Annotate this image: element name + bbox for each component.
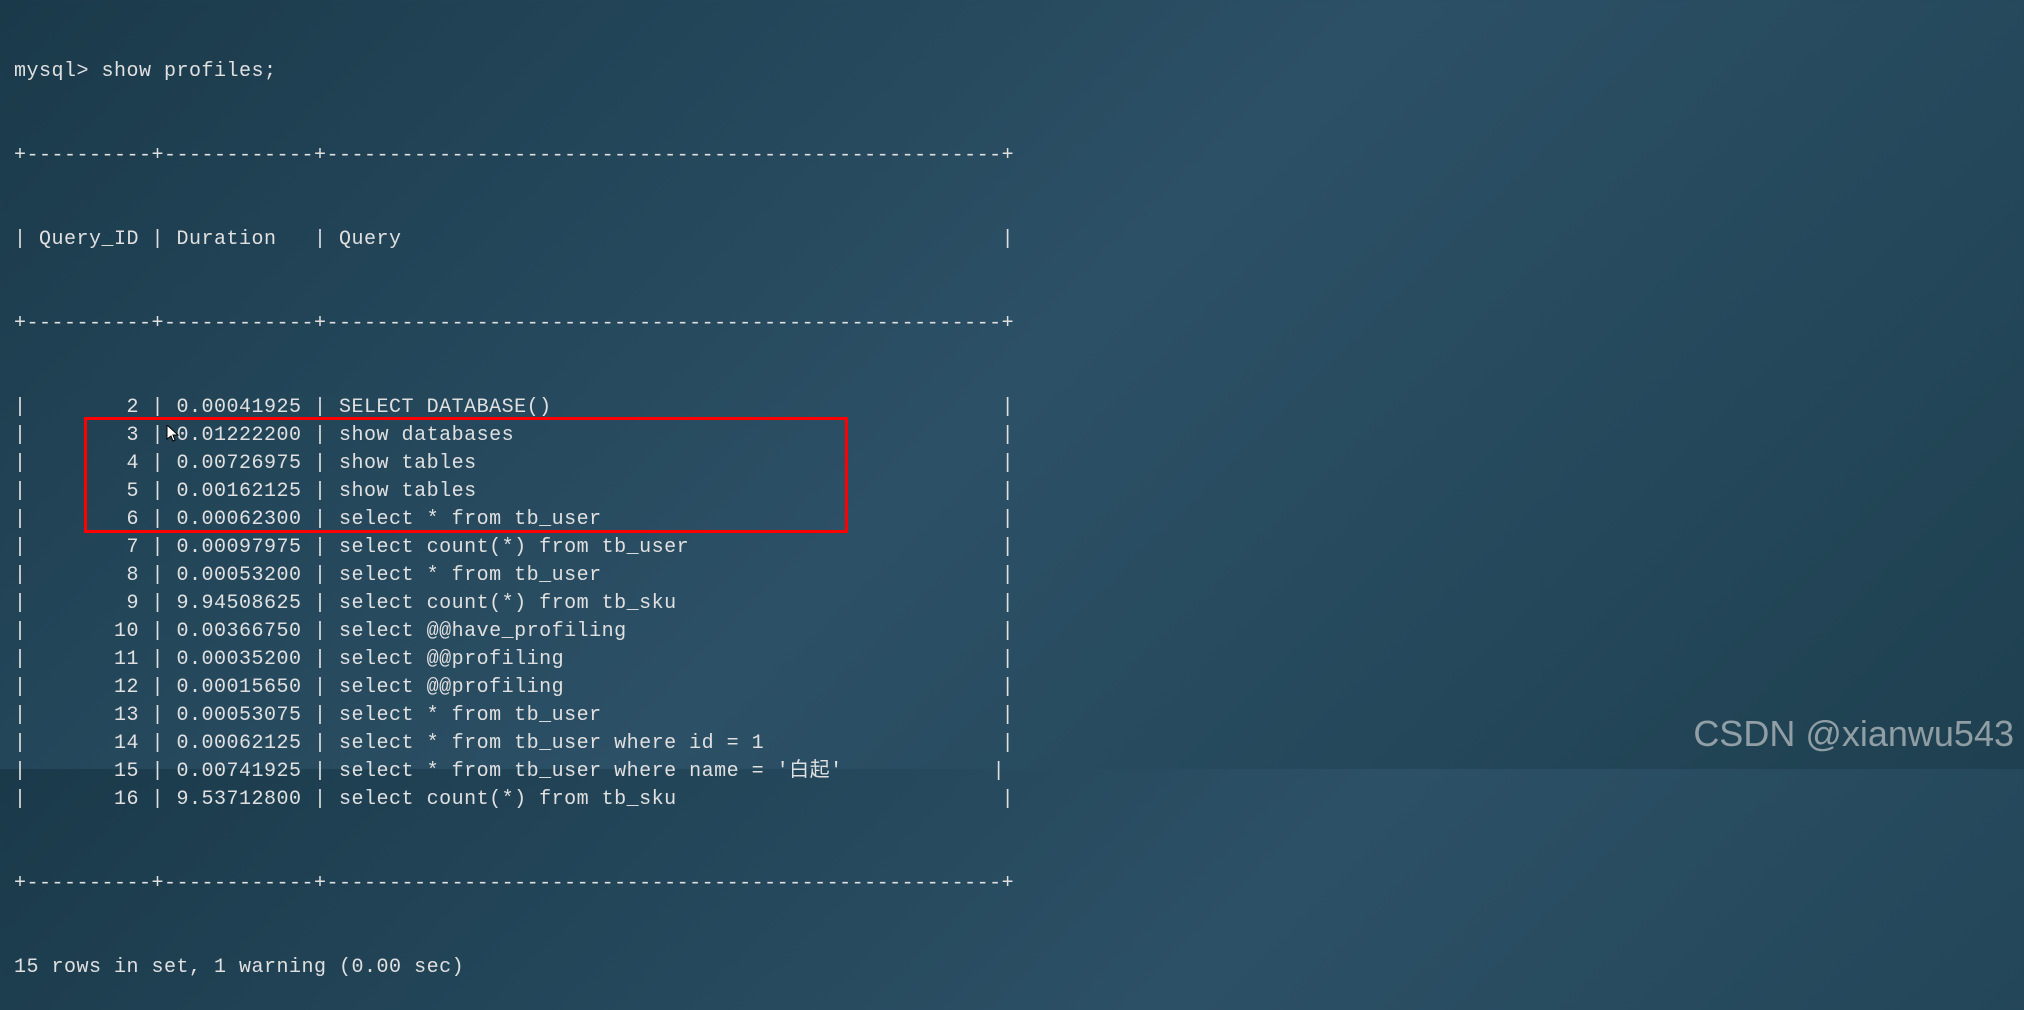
table-row: | 8 | 0.00053200 | select * from tb_user… xyxy=(0,562,2024,590)
table-row: | 15 | 0.00741925 | select * from tb_use… xyxy=(0,758,2024,786)
table-row: | 5 | 0.00162125 | show tables | xyxy=(0,478,2024,506)
table-row: | 16 | 9.53712800 | select count(*) from… xyxy=(0,786,2024,814)
table-row: | 12 | 0.00015650 | select @@profiling | xyxy=(0,674,2024,702)
table-row: | 6 | 0.00062300 | select * from tb_user… xyxy=(0,506,2024,534)
table-divider-mid: +----------+------------+---------------… xyxy=(0,310,2024,338)
table-row: | 2 | 0.00041925 | SELECT DATABASE() | xyxy=(0,394,2024,422)
table-divider-bottom: +----------+------------+---------------… xyxy=(0,870,2024,898)
table-row: | 3 | 0.01222200 | show databases | xyxy=(0,422,2024,450)
table-row: | 10 | 0.00366750 | select @@have_profil… xyxy=(0,618,2024,646)
prompt-line: mysql> show profiles; xyxy=(0,58,2024,86)
terminal-output: mysql> show profiles; +----------+------… xyxy=(0,2,2024,1010)
footer-line: 15 rows in set, 1 warning (0.00 sec) xyxy=(0,954,2024,982)
table-divider-top: +----------+------------+---------------… xyxy=(0,142,2024,170)
watermark-text: CSDN @xianwu543 xyxy=(1693,709,2014,759)
table-row: | 11 | 0.00035200 | select @@profiling | xyxy=(0,646,2024,674)
table-row: | 9 | 9.94508625 | select count(*) from … xyxy=(0,590,2024,618)
table-row: | 4 | 0.00726975 | show tables | xyxy=(0,450,2024,478)
table-row: | 7 | 0.00097975 | select count(*) from … xyxy=(0,534,2024,562)
table-header: | Query_ID | Duration | Query | xyxy=(0,226,2024,254)
